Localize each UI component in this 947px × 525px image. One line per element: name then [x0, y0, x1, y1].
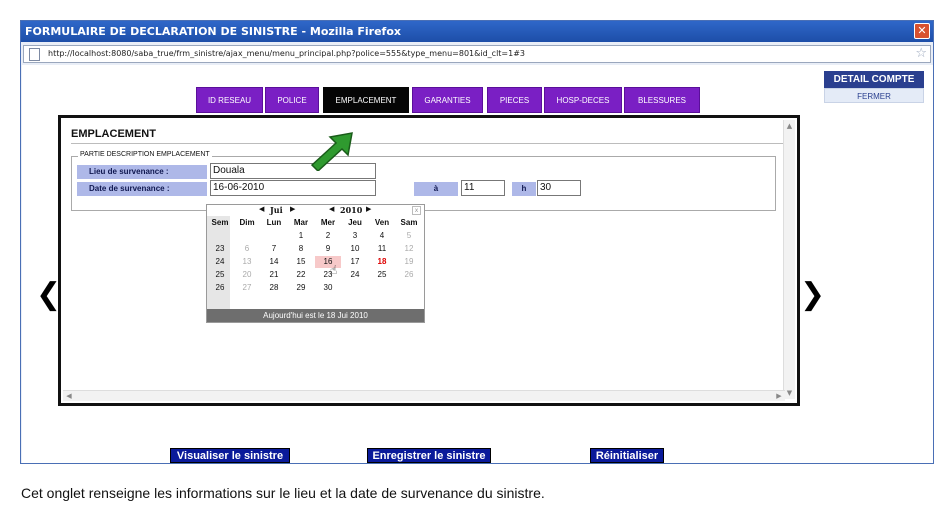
calendar-day[interactable]: 30 — [315, 282, 341, 294]
browser-window: FORMULAIRE DE DECLARATION DE SINISTRE - … — [20, 20, 934, 464]
calendar-header-cell: Sam — [400, 218, 418, 227]
tab-pieces[interactable]: PIECES — [487, 87, 542, 113]
tab-hosp-deces[interactable]: HOSP-DECES — [544, 87, 622, 113]
tab-emplacement[interactable]: EMPLACEMENT — [323, 87, 409, 113]
week-number: 24 — [215, 257, 225, 266]
calendar-day[interactable]: 27 — [234, 282, 260, 294]
calendar-day[interactable]: 1 — [288, 230, 314, 242]
scroll-down-icon[interactable]: ▼ — [784, 387, 795, 399]
week-number: 23 — [215, 244, 225, 253]
calendar-day[interactable]: 11 — [369, 243, 395, 255]
calendar-day — [261, 230, 287, 242]
scroll-right-icon[interactable]: ▶ — [773, 391, 785, 401]
tab-id-reseau[interactable]: ID RESEAU — [196, 87, 263, 113]
calendar-day[interactable]: 7 — [261, 243, 287, 255]
calendar-day[interactable]: 12 — [396, 243, 422, 255]
address-bar[interactable]: http://localhost:8080/saba_true/frm_sini… — [23, 45, 931, 63]
prev-month-icon[interactable]: ◀ — [259, 205, 264, 213]
url-text[interactable]: http://localhost:8080/saba_true/frm_sini… — [48, 46, 525, 62]
calendar-day[interactable]: 3 — [342, 230, 368, 242]
calendar-close-icon[interactable]: x — [412, 206, 421, 215]
calendar-header-cell: Ven — [374, 218, 390, 227]
h-label: h — [512, 182, 536, 196]
calendar-day[interactable]: 22 — [288, 269, 314, 281]
tab-garanties[interactable]: GARANTIES — [412, 87, 483, 113]
calendar-day[interactable]: 14 — [261, 256, 287, 268]
week-number — [207, 230, 233, 242]
calendar-header-cell: Jeu — [348, 218, 362, 227]
emplacement-frame: EMPLACEMENT PARTIE DESCRIPTION EMPLACEME… — [58, 115, 800, 406]
scroll-left-icon[interactable]: ◀ — [63, 391, 75, 401]
hour-input[interactable]: 11 — [461, 180, 505, 196]
next-arrow-icon[interactable]: ❯ — [800, 280, 825, 310]
calendar-header-cell: Dim — [239, 218, 255, 227]
next-year-icon[interactable]: ▶ — [366, 205, 371, 213]
page-content: DETAIL COMPTE FERMER ID RESEAU POLICE EM… — [22, 65, 933, 463]
prev-year-icon[interactable]: ◀ — [329, 205, 334, 213]
tab-blessures[interactable]: BLESSURES — [624, 87, 700, 113]
calendar-day — [342, 282, 368, 294]
calendar-day[interactable]: 24 — [342, 269, 368, 281]
calendar-month: Jui — [270, 205, 283, 215]
calendar-day[interactable]: 10 — [342, 243, 368, 255]
calendar-day[interactable]: 9 — [315, 243, 341, 255]
bookmark-star-icon[interactable]: ☆ — [915, 46, 927, 62]
calendar-day — [396, 282, 422, 294]
reinitialiser-button[interactable]: Réinitialiser — [590, 448, 664, 463]
screenshot-stage: FORMULAIRE DE DECLARATION DE SINISTRE - … — [0, 0, 947, 525]
page-icon — [29, 48, 40, 61]
calendar-day[interactable]: 13 — [234, 256, 260, 268]
calendar-day[interactable]: 28 — [261, 282, 287, 294]
calendar-header-cell: Lun — [266, 218, 282, 227]
section-title: EMPLACEMENT — [71, 128, 156, 140]
scroll-up-icon[interactable]: ▲ — [784, 120, 795, 132]
calendar-header-cell: Mer — [320, 218, 336, 227]
calendar-year: 2010 — [340, 205, 363, 215]
calendar-day[interactable]: 4 — [369, 230, 395, 242]
hand-cursor-icon: ☝ — [330, 263, 338, 277]
calendar-day[interactable]: 2 — [315, 230, 341, 242]
page-caption: Cet onglet renseigne les informations su… — [21, 485, 545, 501]
enregistrer-button[interactable]: Enregistrer le sinistre — [367, 448, 491, 463]
next-month-icon[interactable]: ▶ — [290, 205, 295, 213]
date-input[interactable]: 16-06-2010 — [210, 180, 376, 196]
window-title: FORMULAIRE DE DECLARATION DE SINISTRE - … — [21, 21, 933, 42]
title-divider — [71, 143, 785, 144]
calendar-header-cell: Mar — [293, 218, 309, 227]
annotation-arrow-icon — [310, 132, 353, 171]
description-fieldset: PARTIE DESCRIPTION EMPLACEMENT Lieu de s… — [71, 151, 776, 211]
date-picker-calendar[interactable]: ◀ Jui ▶ ◀ 2010 ▶ x Sem Dim Lun Mar Mer Jeu Ven… — [206, 204, 425, 323]
fermer-link[interactable]: FERMER — [824, 88, 924, 103]
calendar-header-cell: Sem — [211, 218, 229, 227]
detail-compte-header: DETAIL COMPTE — [824, 71, 924, 88]
calendar-day[interactable]: 6 — [234, 243, 260, 255]
calendar-day[interactable]: 18 — [369, 256, 395, 268]
week-number: 26 — [215, 283, 225, 292]
calendar-day[interactable]: 29 — [288, 282, 314, 294]
minute-input[interactable]: 30 — [537, 180, 581, 196]
fieldset-legend: PARTIE DESCRIPTION EMPLACEMENT — [78, 151, 212, 158]
calendar-day[interactable]: 21 — [261, 269, 287, 281]
date-label: Date de survenance : — [77, 182, 207, 196]
calendar-day[interactable]: 15 — [288, 256, 314, 268]
close-icon[interactable]: ✕ — [914, 23, 930, 39]
calendar-today-footer[interactable]: Aujourd'hui est le 18 Jui 2010 — [207, 309, 424, 322]
calendar-day[interactable]: 17 — [342, 256, 368, 268]
hour-separator-label: à — [414, 182, 458, 196]
calendar-day — [369, 282, 395, 294]
calendar-day[interactable]: 25 — [369, 269, 395, 281]
calendar-day[interactable]: 8 — [288, 243, 314, 255]
week-number: 25 — [215, 270, 225, 279]
lieu-label: Lieu de survenance : — [77, 165, 207, 179]
calendar-day[interactable]: 19 — [396, 256, 422, 268]
calendar-day[interactable]: 20 — [234, 269, 260, 281]
calendar-header: ◀ Jui ▶ ◀ 2010 ▶ x — [207, 205, 424, 216]
vertical-scrollbar[interactable]: ▲ ▼ — [783, 120, 795, 399]
calendar-day[interactable]: 5 — [396, 230, 422, 242]
calendar-day[interactable]: 26 — [396, 269, 422, 281]
horizontal-scrollbar[interactable]: ◀ ▶ — [63, 390, 785, 401]
visualiser-button[interactable]: Visualiser le sinistre — [170, 448, 290, 463]
tab-police[interactable]: POLICE — [265, 87, 319, 113]
calendar-day — [234, 230, 260, 242]
